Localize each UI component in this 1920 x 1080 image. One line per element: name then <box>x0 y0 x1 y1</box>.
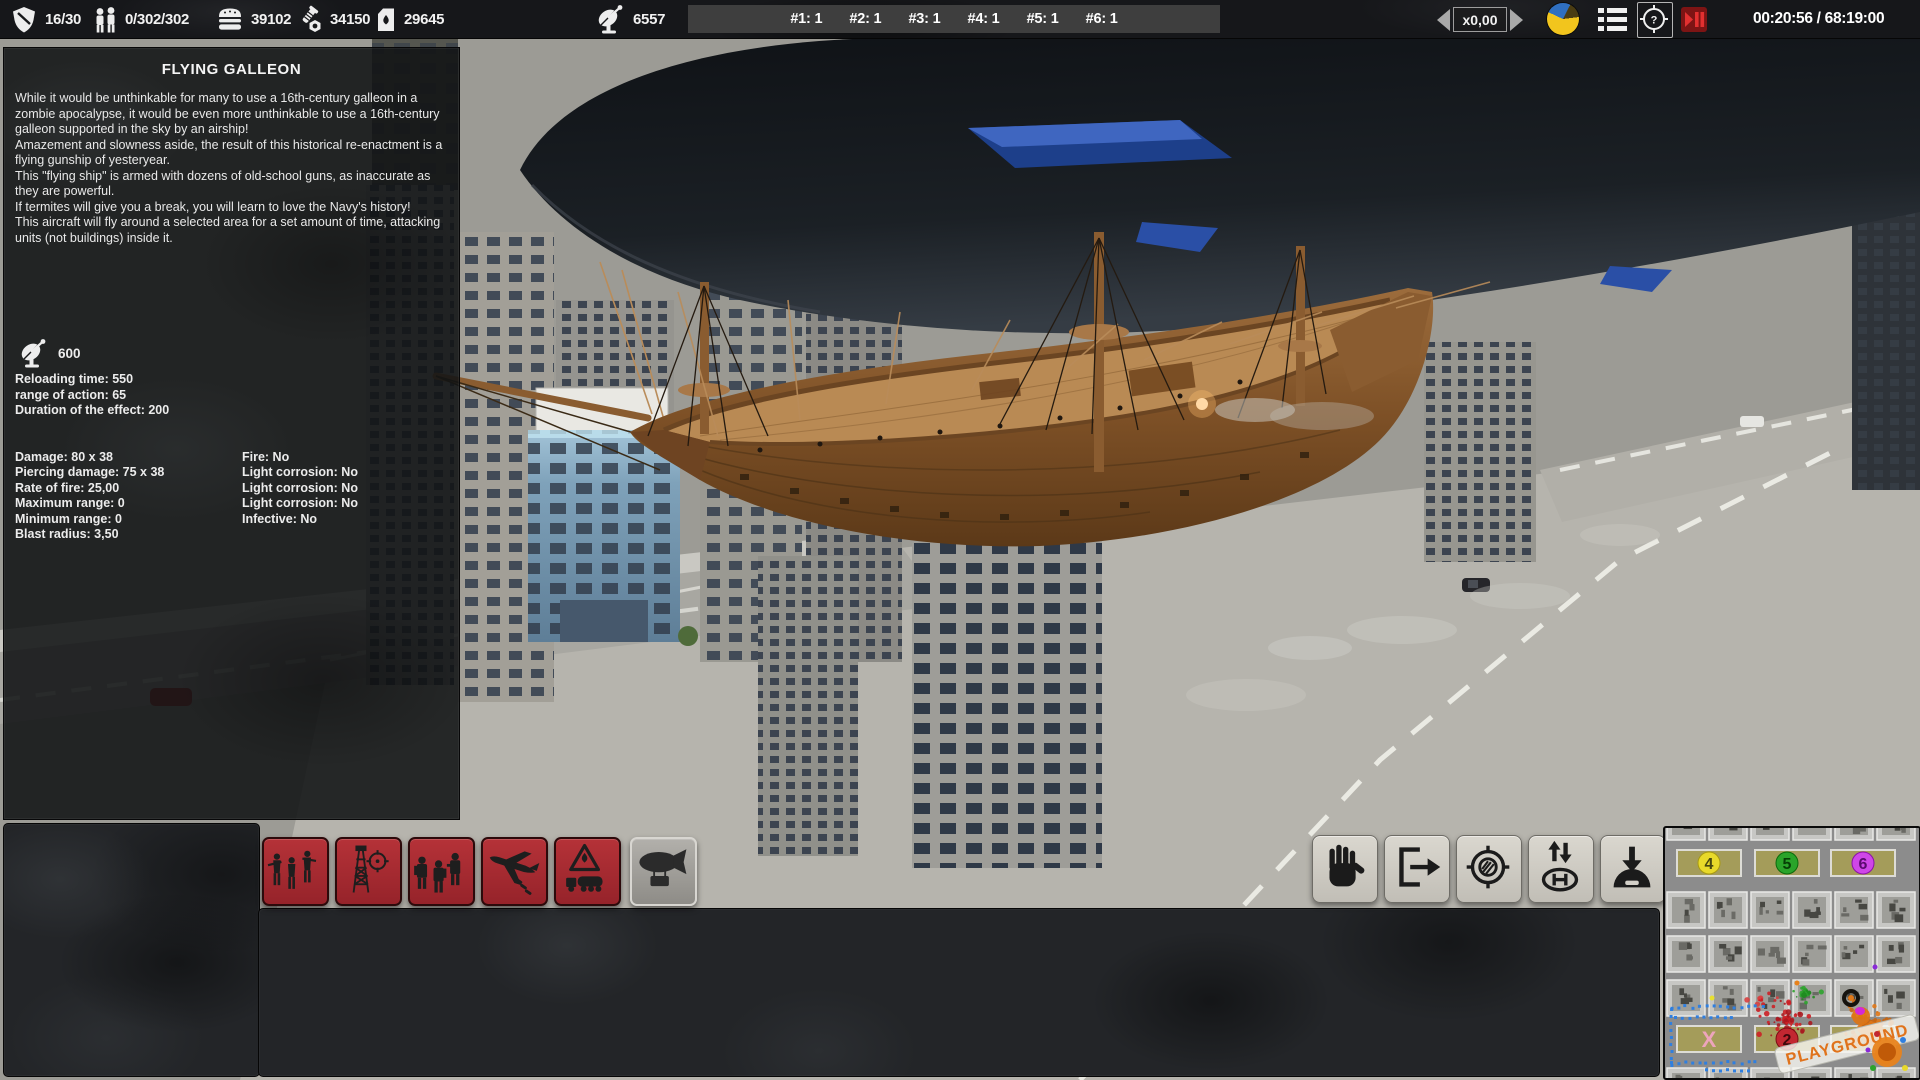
unit-stats-left: Damage: 80 x 38 Piercing damage: 75 x 38… <box>15 450 230 542</box>
minimap[interactable]: 4 5 6 X 3 2 PLAYGROUND <box>1663 826 1920 1080</box>
attack-area-button[interactable] <box>1456 835 1522 903</box>
heavy-squad-icon <box>410 839 469 900</box>
stop-hand-icon <box>1313 836 1375 900</box>
cost-value: 600 <box>58 346 81 361</box>
resource-food: 39102 <box>216 0 291 38</box>
resource-radio: 6557 <box>596 0 665 38</box>
objectives-list-icon[interactable] <box>1598 8 1627 31</box>
guard-tower-icon <box>337 839 396 900</box>
svg-text:4: 4 <box>1705 856 1714 873</box>
helipad-icon <box>1529 836 1591 900</box>
unit-info-panel: FLYING GALLEON While it would be unthink… <box>3 47 460 820</box>
resource-defense: 16/30 <box>10 0 81 38</box>
fuel-icon <box>373 5 397 33</box>
materials-icon <box>295 5 323 33</box>
attack-area-icon <box>1457 836 1519 900</box>
fuel-value: 29645 <box>404 11 444 28</box>
land-shelter-icon <box>1601 836 1663 900</box>
group-3[interactable]: #3: 1 <box>908 11 940 27</box>
group-1[interactable]: #1: 1 <box>790 11 822 27</box>
game-clock: 00:20:56 / 68:19:00 <box>1753 10 1884 28</box>
squad-group-bar: #1: 1 #2: 1 #3: 1 #4: 1 #5: 1 #6: 1 <box>688 5 1220 33</box>
mast <box>700 282 709 434</box>
infantry-squad-icon <box>264 839 323 900</box>
land-shelter-button[interactable] <box>1600 835 1666 903</box>
resource-fuel: 29645 <box>373 0 444 38</box>
group-2[interactable]: #2: 1 <box>849 11 881 27</box>
speed-decrease-arrow-icon[interactable] <box>1437 9 1450 31</box>
unit-description: While it would be unthinkable for many t… <box>15 91 449 246</box>
help-target-icon: ? <box>1638 3 1670 35</box>
flying-galleon-icon <box>632 839 691 900</box>
action-button-bar <box>1312 835 1666 903</box>
exit-button[interactable] <box>1384 835 1450 903</box>
bomber-icon <box>483 839 542 900</box>
unit-card-heavy-squad[interactable] <box>408 837 475 906</box>
speed-value: x0,00 <box>1453 7 1507 32</box>
radio-icon <box>19 337 49 369</box>
statistics-pie-icon[interactable] <box>1547 3 1579 35</box>
unit-card-infantry-squad[interactable] <box>262 837 329 906</box>
unit-title: FLYING GALLEON <box>4 48 459 78</box>
unit-card-bomber[interactable] <box>481 837 548 906</box>
population-value: 0/302/302 <box>125 11 189 28</box>
play-pause-button[interactable] <box>1681 7 1707 32</box>
svg-text:6: 6 <box>1859 856 1868 873</box>
resource-materials: 34150 <box>295 0 370 38</box>
stop-button[interactable] <box>1312 835 1378 903</box>
defense-value: 16/30 <box>45 11 81 28</box>
unit-parameters: Reloading time: 550 range of action: 65 … <box>15 372 169 419</box>
unit-card-flying-galleon[interactable] <box>630 837 697 906</box>
unit-stats-right: Fire: No Light corrosion: No Light corro… <box>242 450 452 527</box>
group-5[interactable]: #5: 1 <box>1027 11 1059 27</box>
bottom-center-panel <box>258 908 1660 1077</box>
radio-value: 6557 <box>633 11 665 28</box>
people-icon <box>92 5 118 34</box>
helipad-button[interactable] <box>1528 835 1594 903</box>
help-target-button[interactable]: ? <box>1637 2 1673 38</box>
game-speed-control: x0,00 <box>1437 7 1523 32</box>
svg-text:X: X <box>1702 1027 1717 1052</box>
hazard-truck-icon <box>556 839 615 900</box>
unit-card-bar <box>262 837 697 906</box>
unit-card-guard-tower[interactable] <box>335 837 402 906</box>
group-4[interactable]: #4: 1 <box>968 11 1000 27</box>
radio-icon <box>596 4 626 34</box>
food-icon <box>216 6 244 32</box>
materials-value: 34150 <box>330 11 370 28</box>
speed-increase-arrow-icon[interactable] <box>1510 9 1523 31</box>
exit-icon <box>1385 836 1447 900</box>
resource-population: 0/302/302 <box>92 0 189 38</box>
top-bar: 16/30 0/302/302 <box>0 0 1920 39</box>
svg-text:?: ? <box>1651 15 1658 27</box>
unit-cost: 600 <box>19 337 81 369</box>
bottom-left-panel <box>3 823 260 1077</box>
game-screen: 16/30 0/302/302 <box>0 0 1920 1080</box>
svg-text:5: 5 <box>1783 856 1792 873</box>
unit-card-hazard-truck[interactable] <box>554 837 621 906</box>
play-pause-icon <box>1681 7 1707 32</box>
shield-icon <box>10 5 38 34</box>
food-value: 39102 <box>251 11 291 28</box>
group-6[interactable]: #6: 1 <box>1086 11 1118 27</box>
